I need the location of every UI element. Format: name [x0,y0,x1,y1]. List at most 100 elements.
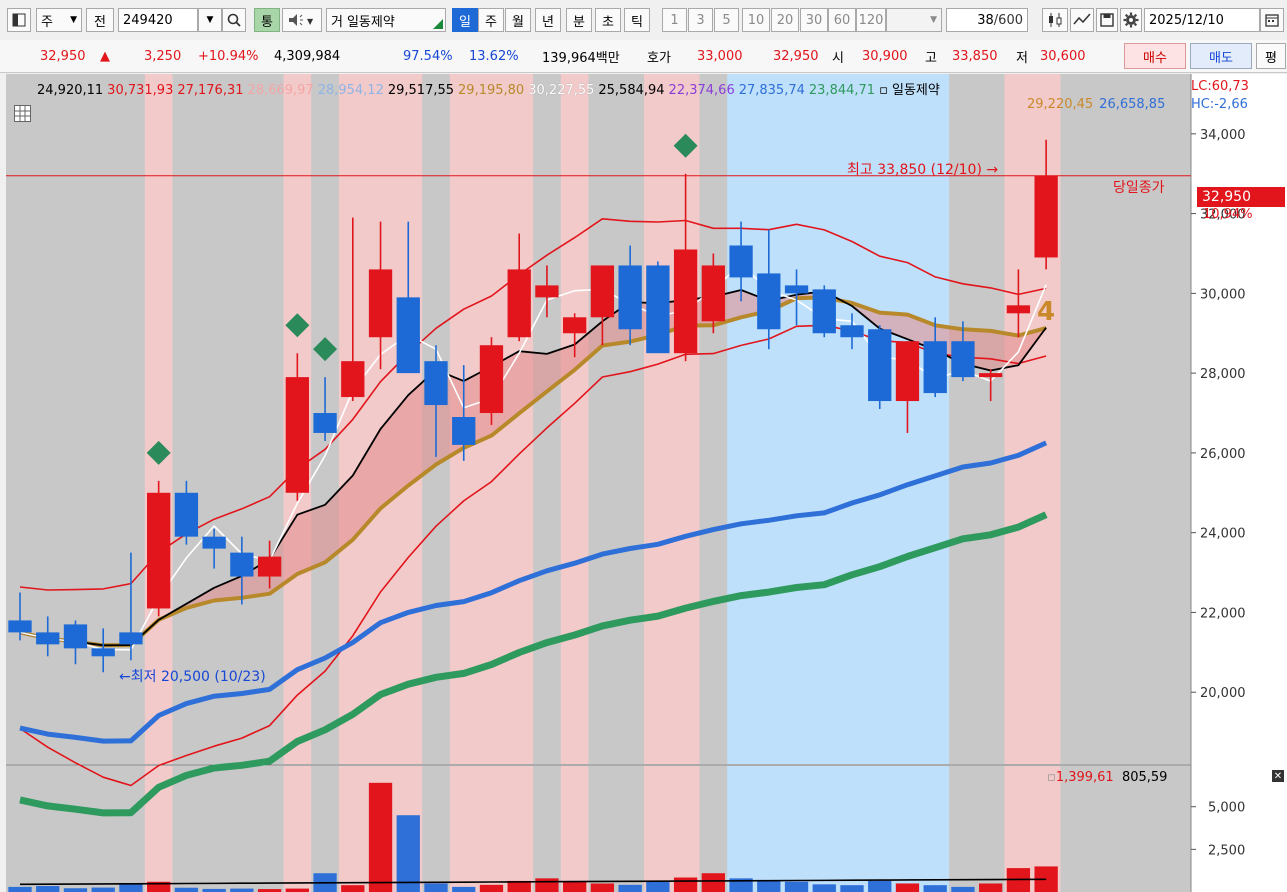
search-icon [227,13,241,27]
save-button[interactable] [1096,8,1118,32]
evaluate-button[interactable]: 평 [1256,43,1286,69]
code-dropdown[interactable]: ▼ [198,8,222,32]
price-tick-label: 22,000 [1200,606,1246,621]
tab-interval-10[interactable]: 10 [742,8,770,32]
volume-bar [979,883,1003,892]
bid-price: 32,950 [773,48,819,64]
signal-digit: 4 [1037,297,1056,327]
volume-band [671,766,700,892]
background-band [699,74,728,764]
background-band [172,74,201,764]
background-band [782,74,811,764]
background-band [810,74,839,764]
background-band [117,74,146,764]
volume-band [283,766,312,892]
volume-bar [479,884,504,892]
tab-period-5[interactable]: 분 [566,8,592,32]
volume-band [838,766,867,892]
type-button[interactable]: 통 [254,8,280,32]
tab-interval-3[interactable]: 3 [688,8,713,32]
interval-dropdown[interactable]: ▼ [886,8,942,32]
tab-interval-5[interactable]: 5 [714,8,739,32]
candle-body [507,269,531,338]
market-select[interactable]: 주 ▼ [36,8,82,32]
indicator-value: 22,374,66 [668,83,735,98]
indicator-value: 25,584,94 [598,83,665,98]
volume-bar [868,880,892,892]
candle-body [396,297,420,374]
candle-body [8,620,32,633]
volume-bar [424,883,448,892]
price-tick-label: 24,000 [1200,527,1246,542]
toolbar: 주 ▼ 전 249420 ▼ 통 ▼ 거 일동제약 일주월년분초틱 1 3 5 10 2… [0,0,1287,41]
volume-bar [452,886,476,892]
candle-body [923,341,947,394]
count-value: 38 [977,12,994,28]
volume-band [921,766,950,892]
volume-bar [63,888,88,892]
tab-interval-30[interactable]: 30 [800,8,828,32]
buy-button[interactable]: 매수 [1124,43,1186,69]
candle-body [646,265,670,354]
code-input[interactable]: 249420 [118,8,198,32]
price-tick-label: 20,000 [1200,686,1246,701]
date-field[interactable]: 2025/12/10 [1144,8,1260,32]
market-label: 주 [41,14,53,30]
square-icon: ▫ [1047,770,1056,785]
tab-interval-1[interactable]: 1 [662,8,687,32]
layout-icon[interactable] [7,8,31,32]
volume-band [449,766,479,892]
count-total: /600 [993,12,1023,28]
background-band [727,74,756,764]
background-band [754,74,784,764]
count-field[interactable]: 38/600 [946,8,1028,32]
tab-interval-20[interactable]: 20 [771,8,799,32]
window-icon [12,13,26,27]
tab-interval-60[interactable]: 60 [828,8,856,32]
prev-button[interactable]: 전 [86,8,114,32]
price-change: 3,250 [144,48,182,64]
close-pane-icon[interactable]: ✕ [1272,770,1284,782]
candle-body [91,648,115,657]
volume-band [865,766,895,892]
volume-band [949,766,978,892]
volume-band [477,766,506,892]
indicator-value: 24,920,11 [37,83,104,98]
tab-period-6[interactable]: 초 [595,8,621,32]
calendar-button[interactable] [1260,8,1284,32]
volume-bar [646,881,670,892]
search-button[interactable] [222,8,246,32]
indicator-values-2: 29,220,45 26,658,85 [1027,97,1171,112]
sell-button[interactable]: 매도 [1190,43,1252,69]
candle-body [63,624,88,649]
tab-interval-120[interactable]: 120 [856,8,886,32]
tab-period-4[interactable]: 년 [535,8,561,32]
volume-band [89,766,118,892]
name-prefix: 거 [331,14,343,30]
settings-button[interactable] [1120,8,1142,32]
candle-body [119,632,143,645]
sound-button[interactable]: ▼ [282,8,322,32]
volume-band [338,766,368,892]
candle-type-button[interactable] [1042,8,1068,32]
volume-band [782,766,811,892]
high-annotation: 최고 33,850 (12/10) → [847,159,998,179]
tab-period-3[interactable]: 월 [505,8,531,32]
hc-value: HC:-2,66 [1191,97,1248,112]
volume-bar [895,883,920,892]
volume-band [588,766,617,892]
tab-period-2[interactable]: 주 [478,8,504,32]
candle-body [230,552,254,577]
tab-period-7[interactable]: 틱 [624,8,650,32]
candle-body [563,317,587,334]
volume-band [893,766,922,892]
tab-period-1[interactable]: 일 [452,8,478,32]
open-price: 30,900 [862,48,908,64]
up-arrow-icon: ▲ [100,48,110,64]
candle-body [757,273,781,330]
stock-name-field[interactable]: 거 일동제약 [326,8,446,32]
grid-toggle-icon[interactable] [14,105,31,122]
line-chart-button[interactable] [1070,8,1094,32]
candle-body [979,373,1003,378]
indicator-value: 28,669,97 [247,83,314,98]
